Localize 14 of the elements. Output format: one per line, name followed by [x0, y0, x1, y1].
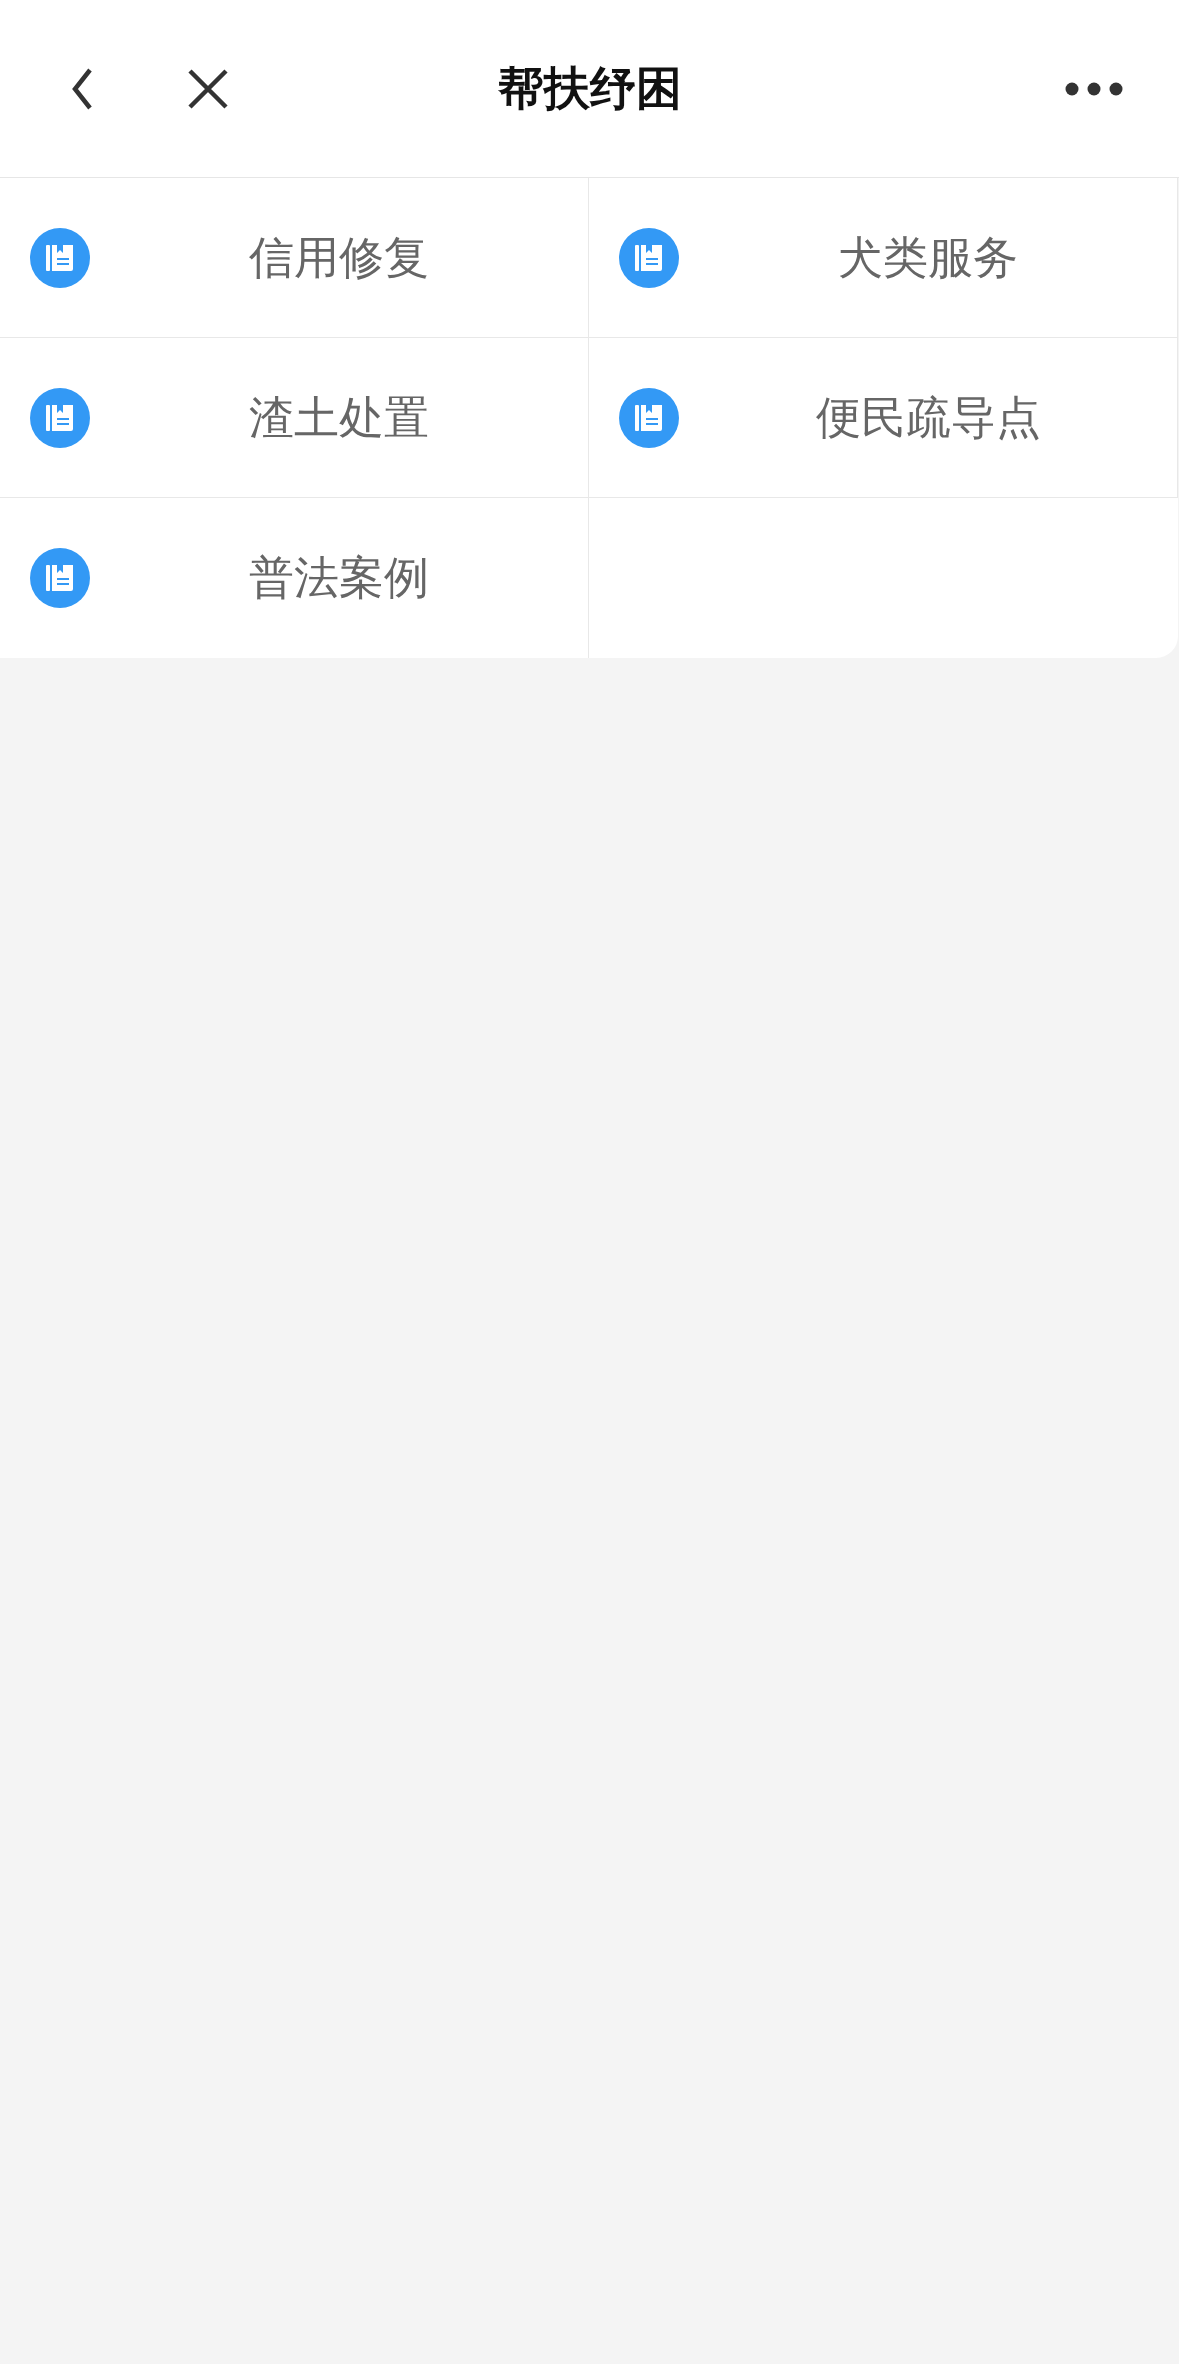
close-icon: [187, 67, 229, 110]
menu-item[interactable]: 信用修复: [0, 178, 589, 338]
book-icon: [619, 387, 679, 448]
menu-item[interactable]: 便民疏导点: [589, 338, 1178, 498]
book-icon: [30, 227, 90, 288]
menu-item[interactable]: 犬类服务: [589, 178, 1178, 338]
book-icon: [619, 227, 679, 288]
menu-item[interactable]: 渣土处置: [0, 338, 589, 498]
page-title: 帮扶纾困: [497, 59, 682, 117]
book-icon: [30, 387, 90, 448]
book-icon: [30, 548, 90, 608]
back-icon: [70, 66, 94, 111]
menu-item[interactable]: 普法案例: [0, 498, 589, 658]
more-icon: [1065, 81, 1123, 96]
